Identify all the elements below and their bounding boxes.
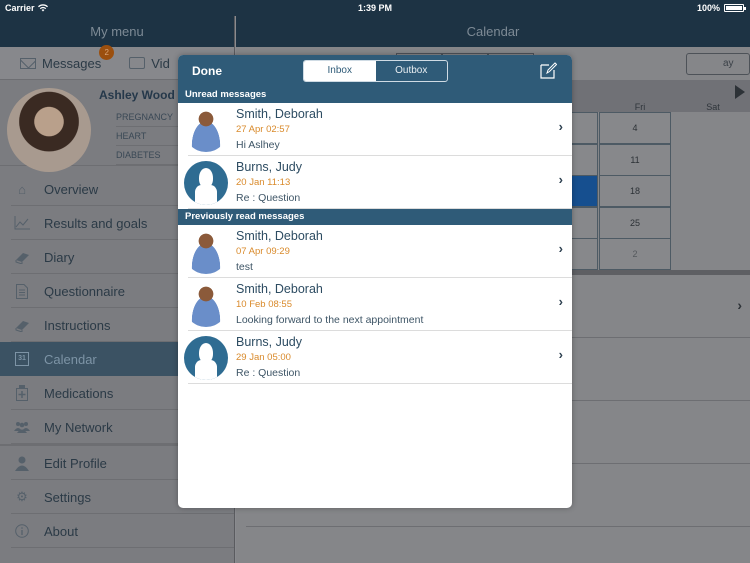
people-icon (14, 419, 30, 435)
message-date: 07 Apr 09:29 (236, 246, 290, 257)
day-number: 4 (632, 123, 638, 133)
gear-icon: ⚙ (16, 489, 28, 504)
chart-icon (14, 215, 30, 231)
menu-item-label: Edit Profile (44, 455, 107, 471)
video-tab[interactable]: Vid (129, 56, 170, 71)
day-number: 18 (629, 186, 640, 196)
done-button[interactable]: Done (192, 64, 222, 78)
next-month-icon[interactable] (735, 85, 745, 99)
profile-name: Ashley Wood (99, 88, 175, 102)
chevron-right-icon: › (558, 347, 563, 362)
inbox-outbox-segmented-control: Inbox Outbox (303, 60, 448, 82)
sender-avatar (184, 161, 228, 205)
menu-item-label: Questionnaire (44, 283, 125, 299)
menu-item-label: Overview (44, 181, 99, 197)
menu-item-label: Settings (44, 489, 91, 505)
menu-item-label: Calendar (44, 351, 97, 367)
day-number: 11 (630, 154, 640, 165)
messages-tab-label: Messages (42, 55, 102, 71)
message-date: 29 Jan 05:00 (236, 352, 291, 363)
weekday-label: Fri (634, 102, 646, 112)
menu-item-label: Instructions (44, 317, 111, 333)
messages-modal: Done Inbox Outbox Unread messages Smith, … (178, 55, 572, 508)
message-preview: Looking forward to the next appointment (236, 314, 424, 326)
calendar-nav-title: Calendar (236, 16, 750, 47)
mail-icon (20, 57, 36, 69)
menu-item-label: About (44, 523, 78, 539)
calendar-day[interactable]: 4 (599, 112, 671, 144)
video-tab-label: Vid (151, 55, 170, 71)
status-bar: Carrier 1:39 PM 100% (0, 0, 750, 16)
row-divider (188, 208, 572, 209)
message-row[interactable]: Burns, Judy 20 Jan 11:13 Re : Question › (178, 156, 572, 209)
message-row[interactable]: Smith, Deborah 10 Feb 08:55 Looking forwar… (178, 278, 572, 331)
tv-icon (129, 57, 146, 69)
avatar (7, 88, 91, 172)
calendar-day[interactable]: 2 (599, 238, 671, 270)
chevron-right-icon: › (558, 172, 563, 187)
inbox-tab[interactable]: Inbox (304, 61, 376, 81)
row-divider (188, 383, 572, 384)
message-preview: Re : Question (236, 192, 301, 204)
person-icon (14, 455, 30, 471)
calendar-icon-text: 31 (15, 352, 29, 366)
message-preview: Hi Aslhey (236, 139, 280, 151)
sender-name: Smith, Deborah (236, 282, 323, 296)
modal-toolbar: Done Inbox Outbox (178, 55, 572, 87)
message-row[interactable]: Smith, Deborah 27 Apr 02:57 Hi Aslhey › (178, 103, 572, 156)
menu-item-label: Diary (44, 249, 75, 265)
sender-avatar (184, 336, 228, 380)
home-icon: ⌂ (18, 181, 26, 197)
medication-icon (14, 385, 30, 401)
sender-avatar (184, 108, 228, 152)
calendar-day[interactable]: 18 (599, 175, 671, 207)
message-date: 10 Feb 08:55 (236, 299, 292, 310)
menu-item-label: Results and goals (44, 215, 148, 231)
message-preview: test (236, 261, 253, 273)
sender-avatar (184, 230, 228, 274)
sender-name: Burns, Judy (236, 335, 303, 349)
menu-item-about[interactable]: About (0, 514, 234, 548)
info-icon (14, 523, 30, 539)
sender-avatar (184, 283, 228, 327)
book-icon (14, 249, 30, 265)
calendar-day[interactable]: 25 (599, 206, 671, 239)
menu-item-label: Medications (44, 385, 114, 401)
today-button[interactable]: ay (686, 53, 750, 75)
day-number: 2 (632, 249, 638, 259)
calendar-icon: 31 (14, 351, 30, 367)
sender-name: Burns, Judy (236, 160, 303, 174)
chevron-right-icon[interactable]: › (737, 297, 742, 313)
messages-badge: 2 (99, 44, 115, 60)
list-divider (246, 526, 750, 527)
day-number: 25 (629, 217, 640, 228)
battery-label: 100% (696, 3, 720, 13)
compose-icon[interactable] (540, 62, 557, 79)
menu-item-label: My Network (44, 419, 113, 435)
message-row[interactable]: Smith, Deborah 07 Apr 09:29 test › (178, 225, 572, 278)
message-preview: Re : Question (236, 367, 301, 379)
messages-tab[interactable]: Messages 2 (20, 44, 115, 71)
outbox-tab[interactable]: Outbox (376, 61, 448, 81)
message-row[interactable]: Burns, Judy 29 Jan 05:00 Re : Question › (178, 331, 572, 384)
clock: 1:39 PM (357, 3, 392, 13)
sender-name: Smith, Deborah (236, 229, 323, 243)
section-header: Unread messages (178, 87, 572, 103)
left-nav-title: My menu (0, 16, 234, 47)
sender-name: Smith, Deborah (236, 107, 323, 121)
battery-icon (724, 4, 746, 12)
chevron-right-icon: › (558, 241, 563, 256)
calendar-day[interactable]: 11 (599, 143, 671, 176)
chevron-right-icon: › (558, 119, 563, 134)
message-date: 20 Jan 11:13 (236, 177, 291, 188)
weekday-label: Sat (706, 102, 720, 112)
message-date: 27 Apr 02:57 (236, 124, 290, 135)
chevron-right-icon: › (558, 294, 563, 309)
book-icon (14, 317, 30, 333)
section-header: Previously read messages (178, 209, 572, 225)
document-icon (14, 283, 30, 299)
message-list: Unread messages Smith, Deborah 27 Apr 02:5… (178, 87, 572, 384)
